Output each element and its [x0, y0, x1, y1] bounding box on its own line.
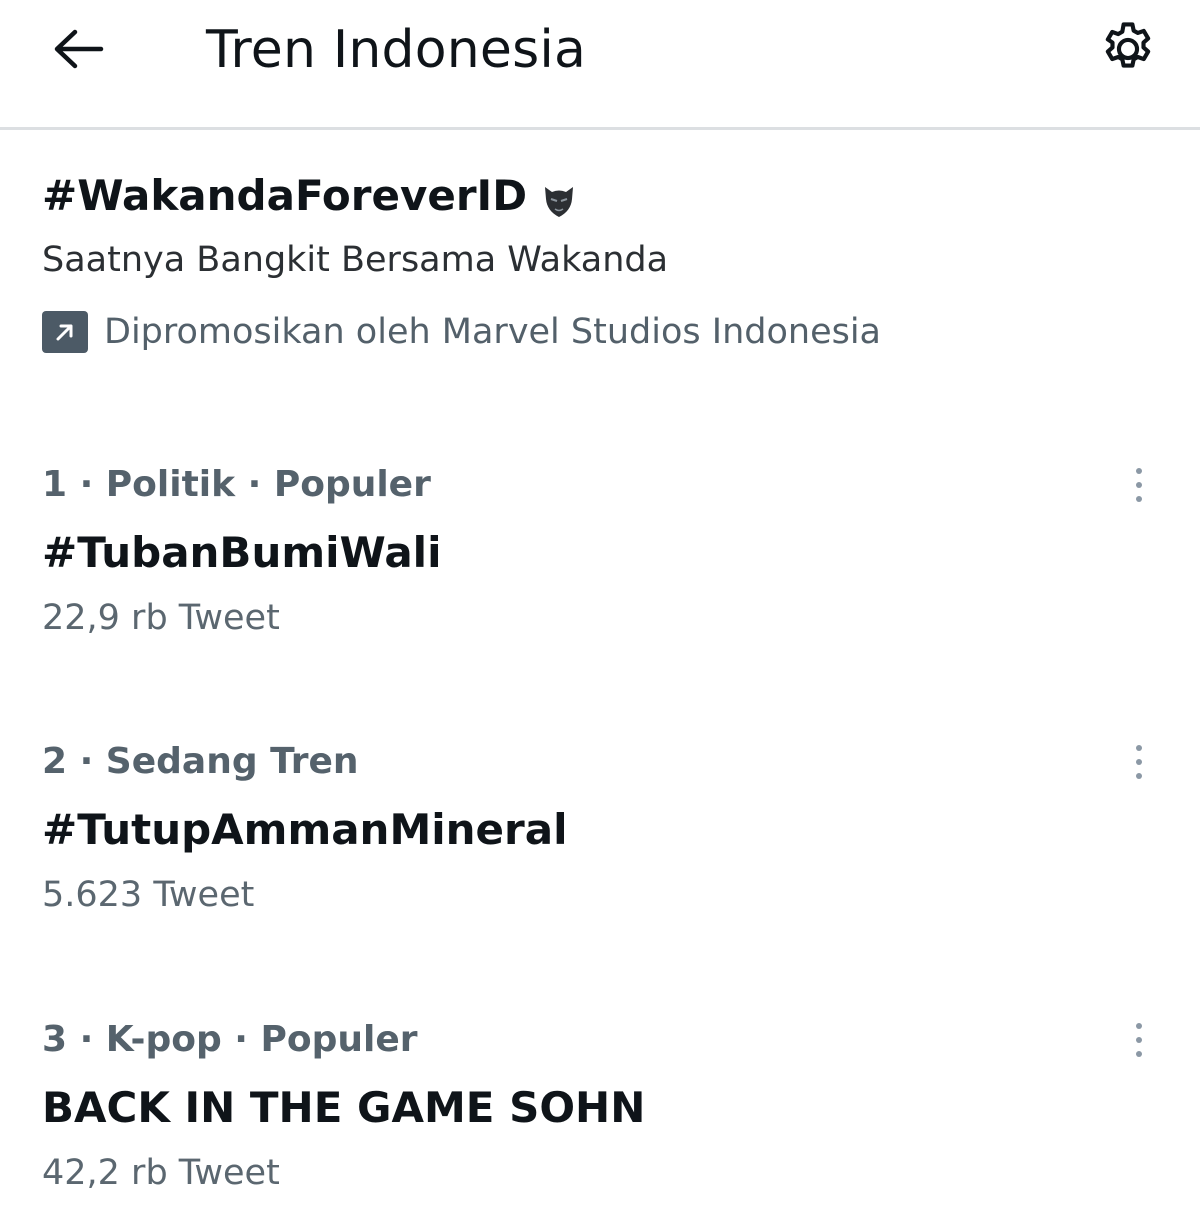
promoted-by-row: Dipromosikan oleh Marvel Studios Indones…: [42, 307, 1162, 357]
more-options-button[interactable]: [1124, 460, 1154, 510]
more-dot-icon: [1136, 482, 1142, 488]
promoted-by-label: Dipromosikan oleh Marvel Studios Indones…: [104, 312, 882, 352]
back-button[interactable]: [48, 24, 108, 74]
trend-count: 42,2 rb Tweet: [42, 1153, 280, 1193]
trend-name: #TubanBumiWali: [42, 528, 442, 577]
trend-item[interactable]: 1 · Politik · Populer #TubanBumiWali 22,…: [42, 458, 1162, 658]
more-dot-icon: [1136, 468, 1142, 474]
trend-count: 5.623 Tweet: [42, 875, 255, 915]
settings-button[interactable]: [1095, 16, 1161, 82]
more-options-button[interactable]: [1124, 1015, 1154, 1065]
more-dot-icon: [1136, 759, 1142, 765]
more-dot-icon: [1136, 496, 1142, 502]
trend-meta: 2 · Sedang Tren: [42, 741, 359, 782]
promoted-hashtag: #WakandaForeverID: [42, 171, 528, 220]
promoted-description: Saatnya Bangkit Bersama Wakanda: [42, 240, 669, 280]
arrow-left-icon: [54, 29, 104, 69]
trend-count: 22,9 rb Tweet: [42, 598, 280, 638]
promoted-trend[interactable]: #WakandaForeverID Saatnya Bangkit Bersam…: [42, 165, 1162, 357]
more-options-button[interactable]: [1124, 737, 1154, 787]
page-title: Tren Indonesia: [206, 20, 587, 80]
more-dot-icon: [1136, 1037, 1142, 1043]
trend-meta: 3 · K-pop · Populer: [42, 1019, 418, 1060]
gear-icon: [1105, 22, 1151, 68]
trend-item[interactable]: 3 · K-pop · Populer BACK IN THE GAME SOH…: [42, 1013, 1162, 1213]
black-panther-icon: [539, 176, 579, 217]
more-dot-icon: [1136, 1051, 1142, 1057]
top-bar: Tren Indonesia: [0, 0, 1200, 130]
more-dot-icon: [1136, 773, 1142, 779]
more-dot-icon: [1136, 1023, 1142, 1029]
trend-name: #TutupAmmanMineral: [42, 805, 568, 854]
trend-item[interactable]: 2 · Sedang Tren #TutupAmmanMineral 5.623…: [42, 735, 1162, 935]
trend-name: BACK IN THE GAME SOHN: [42, 1083, 646, 1132]
promoted-hashtag-row: #WakandaForeverID: [42, 165, 1162, 227]
more-dot-icon: [1136, 745, 1142, 751]
trend-meta: 1 · Politik · Populer: [42, 464, 431, 505]
promoted-arrow-icon: [42, 311, 88, 353]
